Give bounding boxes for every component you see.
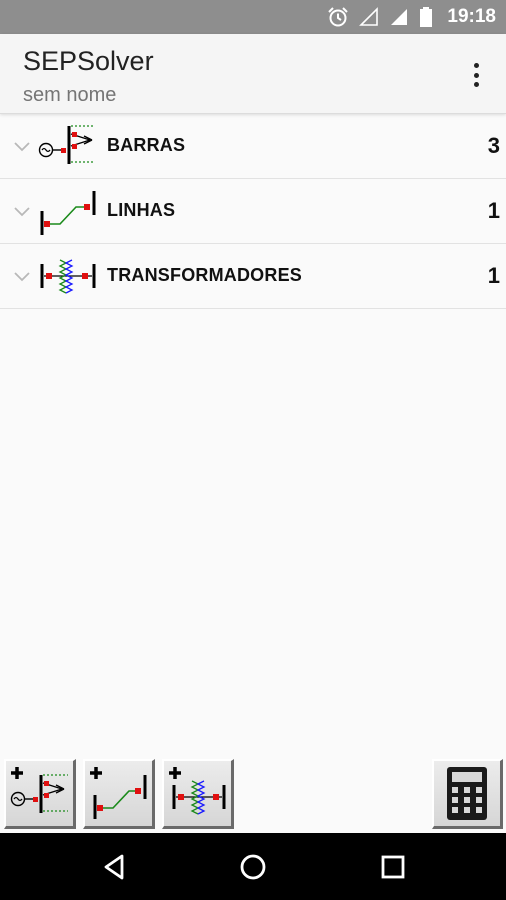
add-transformer-icon xyxy=(169,767,226,815)
line-icon xyxy=(40,191,96,235)
list-item-count: 1 xyxy=(487,263,500,288)
status-icons: 19:18 xyxy=(327,0,496,34)
add-bus-button[interactable] xyxy=(4,759,76,829)
battery-icon xyxy=(420,7,433,27)
chevron-down-icon[interactable] xyxy=(12,201,32,221)
signal-icon xyxy=(391,9,408,25)
alarm-icon xyxy=(328,7,349,27)
navigation-bar xyxy=(0,833,506,900)
status-bar: 19:18 xyxy=(0,0,506,34)
list-item-linhas[interactable]: LINHAS 1 xyxy=(0,179,506,244)
bottom-toolbar xyxy=(0,757,506,833)
signal-empty-icon xyxy=(359,7,379,26)
back-icon[interactable] xyxy=(94,847,134,887)
app-subtitle: sem nome xyxy=(23,84,117,106)
calculate-button[interactable] xyxy=(432,759,503,829)
list-item-label: BARRAS xyxy=(107,135,186,155)
category-list: BARRAS 3 LINHAS 1 TRANSFORMADORES 1 xyxy=(0,114,506,309)
calculator-icon xyxy=(447,767,487,820)
add-bus-icon xyxy=(10,767,68,813)
chevron-down-icon[interactable] xyxy=(12,136,32,156)
add-transformer-button[interactable] xyxy=(162,759,234,829)
add-line-button[interactable] xyxy=(83,759,155,829)
bus-icon xyxy=(38,125,94,164)
app-bar: SEPSolver sem nome xyxy=(0,34,506,114)
list-item-label: TRANSFORMADORES xyxy=(107,265,302,285)
list-item-label: LINHAS xyxy=(107,200,176,220)
status-time: 19:18 xyxy=(447,6,496,27)
chevron-down-icon[interactable] xyxy=(12,266,32,286)
transformer-icon xyxy=(40,259,96,294)
recents-icon[interactable] xyxy=(373,847,413,887)
app-title: SEPSolver xyxy=(23,46,154,76)
list-item-transformadores[interactable]: TRANSFORMADORES 1 xyxy=(0,244,506,309)
home-icon[interactable] xyxy=(233,847,273,887)
overflow-menu-icon[interactable] xyxy=(464,60,488,90)
list-item-count: 3 xyxy=(487,133,500,158)
add-line-icon xyxy=(90,767,147,819)
list-item-count: 1 xyxy=(487,198,500,223)
list-item-barras[interactable]: BARRAS 3 xyxy=(0,114,506,179)
